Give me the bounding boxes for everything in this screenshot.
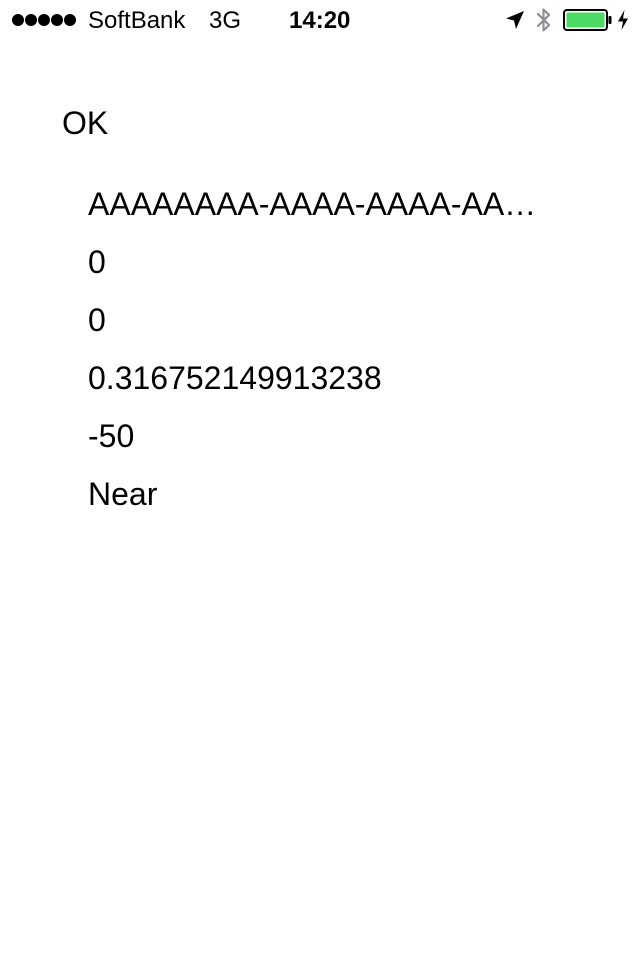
status-time: 14:20 <box>289 7 351 34</box>
accuracy-value: 0.316752149913238 <box>88 360 382 396</box>
signal-dot <box>38 14 50 26</box>
bluetooth-icon <box>536 8 551 32</box>
location-arrow-icon <box>506 11 524 29</box>
signal-dot <box>12 14 24 26</box>
signal-dot <box>25 14 37 26</box>
status-label: OK <box>62 105 109 141</box>
signal-dot <box>64 14 76 26</box>
minor-value: 0 <box>88 302 106 338</box>
battery-icon <box>563 9 612 31</box>
major-value: 0 <box>88 244 106 280</box>
values-list: AAAAAAAA-AAAA-AAAA-AA… 0 0 0.31675214991… <box>88 183 568 531</box>
proximity-value: Near <box>88 476 158 512</box>
uuid-value: AAAAAAAA-AAAA-AAAA-AA… <box>88 186 537 222</box>
signal-strength-icon <box>12 14 76 28</box>
carrier-name: SoftBank <box>88 7 186 34</box>
rssi-value: -50 <box>88 418 135 454</box>
signal-dot <box>51 14 63 26</box>
status-bar: SoftBank 3G 14:20 <box>0 0 640 40</box>
charging-bolt-icon <box>618 10 628 30</box>
network-type: 3G <box>209 7 242 34</box>
